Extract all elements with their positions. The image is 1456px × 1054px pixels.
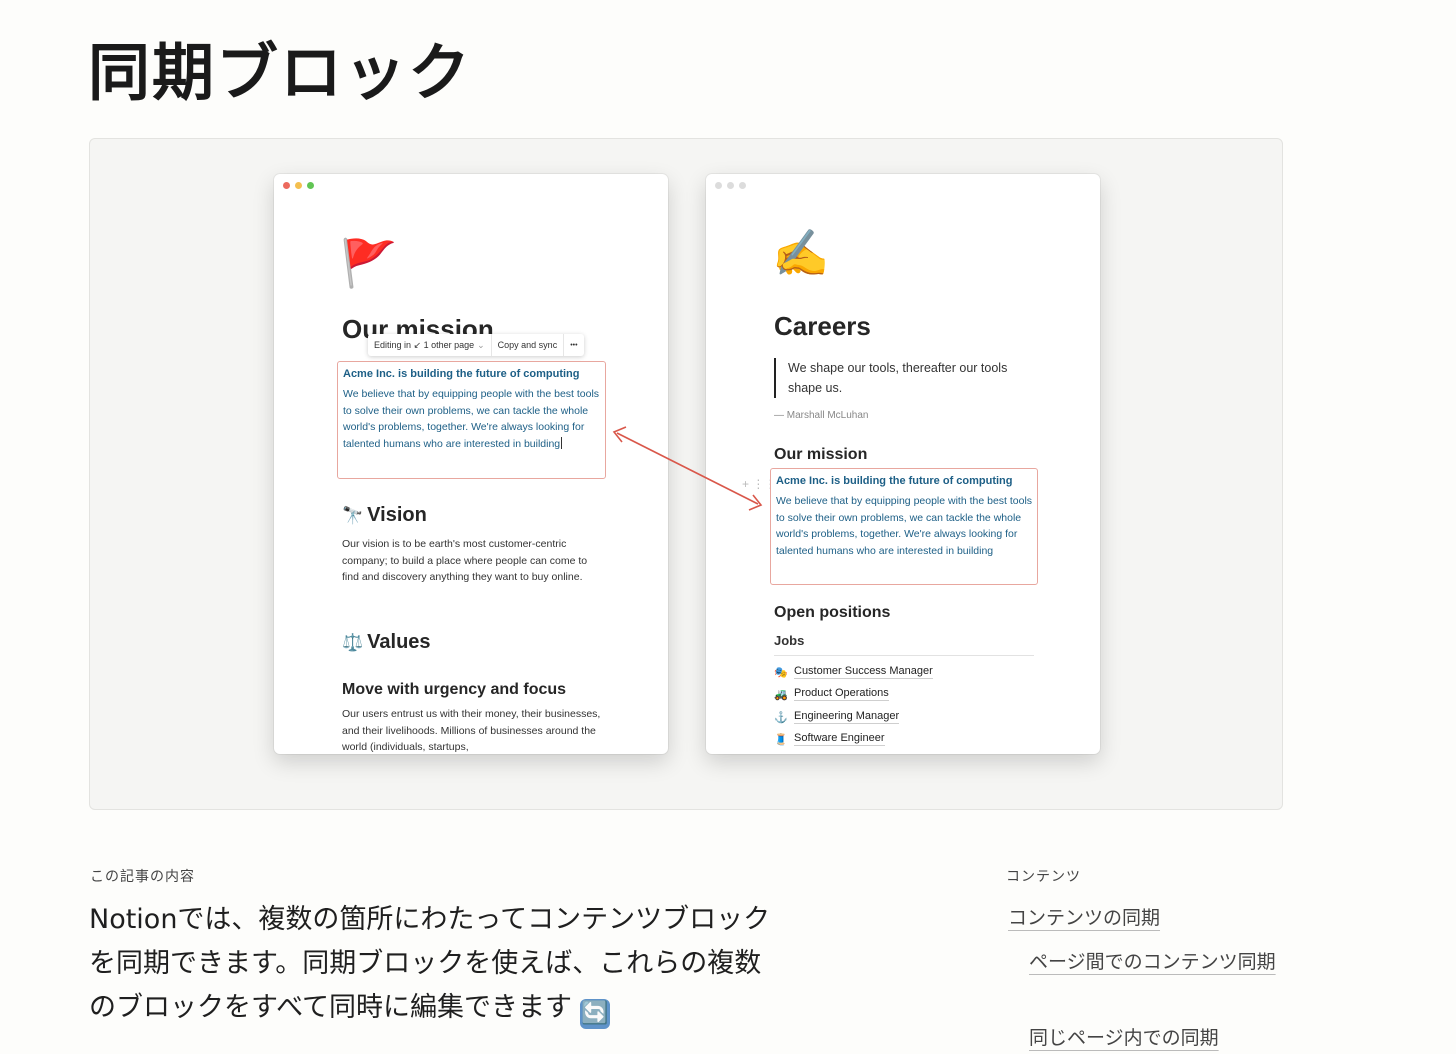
- lead-text: Notionでは、複数の箇所にわたってコンテンツブロックを同期できます。同期ブロ…: [89, 904, 771, 1023]
- intro-label: この記事の内容: [90, 869, 195, 885]
- toc-link-sync-between-pages[interactable]: ページ間でのコンテンツ同期: [1029, 946, 1279, 978]
- hero-image: 🚩 Our mission Editing in ↙ 1 other page …: [89, 138, 1283, 810]
- lead-paragraph: Notionでは、複数の箇所にわたってコンテンツブロックを同期できます。同期ブロ…: [89, 898, 779, 1030]
- sync-arrow-icon: [612, 426, 763, 511]
- arrows-sync-icon: 🔄: [580, 999, 611, 1029]
- toc-link-sync-same-page[interactable]: 同じページ内での同期: [1029, 1022, 1279, 1054]
- page-title: 同期ブロック: [88, 36, 473, 109]
- toc-link-sync-content[interactable]: コンテンツの同期: [1008, 902, 1160, 934]
- toc-heading: コンテンツ: [1006, 869, 1081, 885]
